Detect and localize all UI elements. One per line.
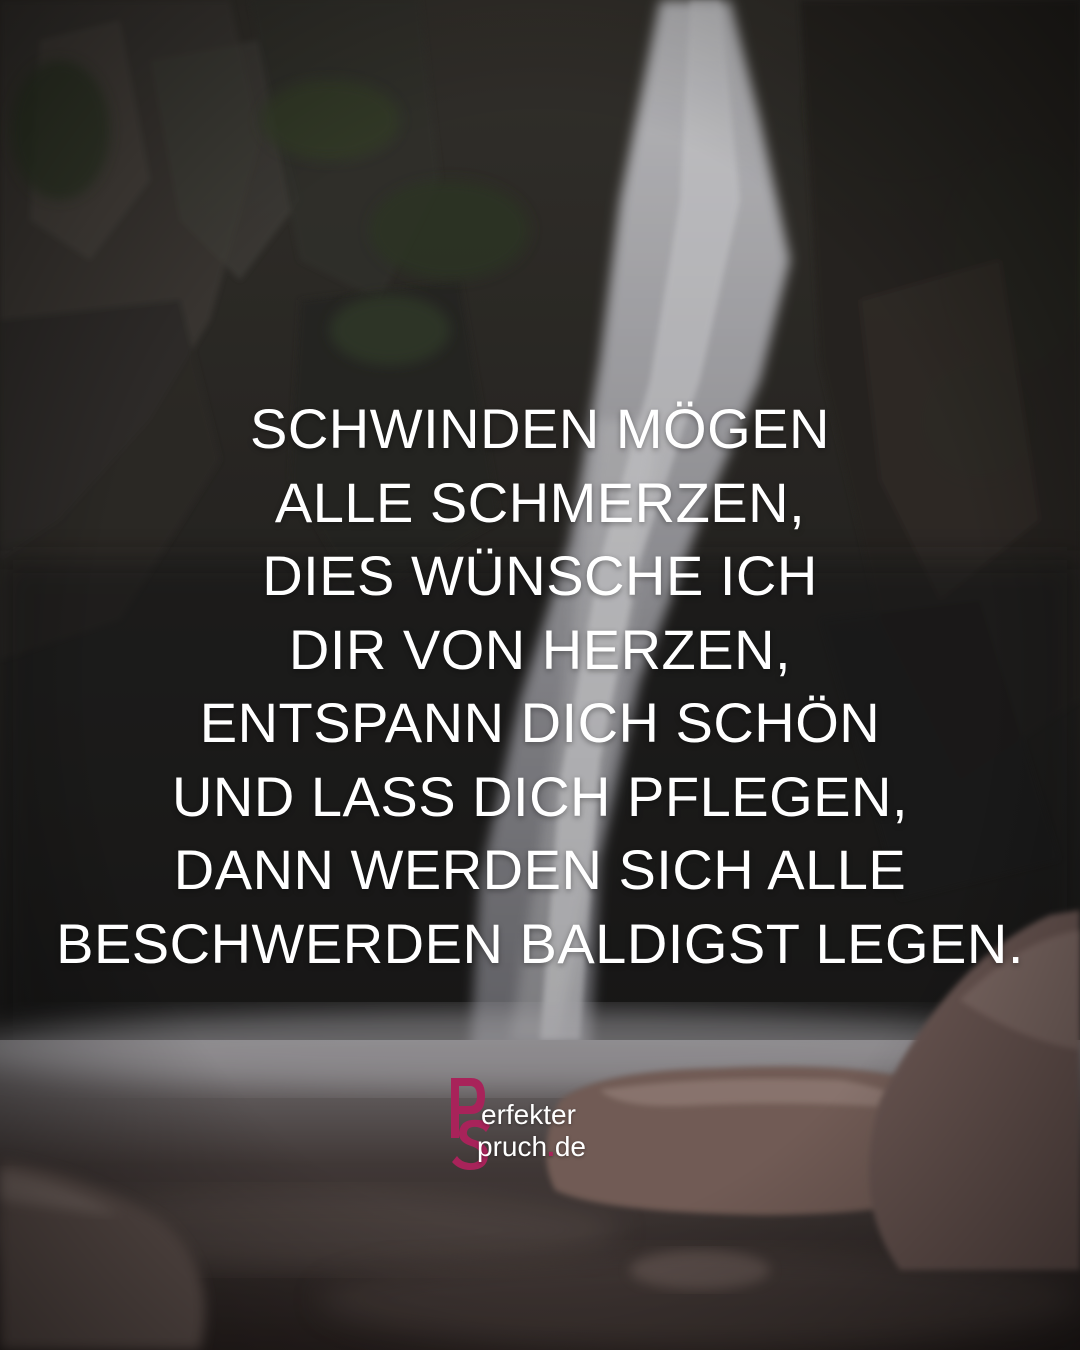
logo-text-de: de [554, 1131, 586, 1162]
logo-dot: . [547, 1131, 555, 1162]
quote-line-3: DIES WÜNSCHE ICH [262, 544, 818, 607]
logo-text-spruch: pruch [477, 1131, 548, 1162]
perfekter-spruch-logo: erfekter pruch.de [449, 1076, 639, 1172]
quote-line-5: ENTSPANN DICH SCHÖN [199, 691, 881, 754]
quote-text: SCHWINDEN MÖGEN ALLE SCHMERZEN, DIES WÜN… [0, 392, 1080, 980]
quote-line-8: BESCHWERDEN BALDIGST LEGEN. [56, 911, 1024, 975]
quote-line-4: DIR VON HERZEN, [288, 617, 792, 681]
image-canvas: SCHWINDEN MÖGEN ALLE SCHMERZEN, DIES WÜN… [0, 0, 1080, 1350]
quote-line-2: ALLE SCHMERZEN, [274, 470, 806, 534]
quote-line-7: DANN WERDEN SICH ALLE [173, 838, 907, 901]
logo-text-perfekter: erfekter [481, 1099, 576, 1130]
quote-line-6: UND LASS DICH PFLEGEN, [171, 764, 909, 828]
logo-text-spruch-de: pruch.de [477, 1132, 586, 1162]
quote-line-1: SCHWINDEN MÖGEN [250, 397, 830, 460]
